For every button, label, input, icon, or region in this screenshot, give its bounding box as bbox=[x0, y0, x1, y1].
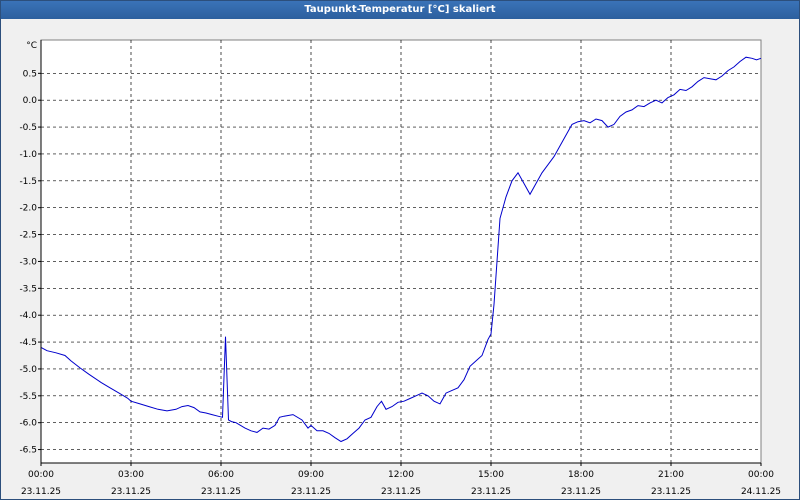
y-tick-label: 0.0 bbox=[23, 96, 38, 106]
x-tick-time-label: 15:00 bbox=[478, 470, 504, 480]
y-tick-label: -1.0 bbox=[19, 150, 37, 160]
y-tick-label: -3.5 bbox=[19, 284, 37, 294]
x-tick-time-label: 06:00 bbox=[208, 470, 234, 480]
y-tick-label: 0.5 bbox=[23, 69, 37, 79]
chart-window: Taupunkt-Temperatur [°C] skaliert 0.5 0.0… bbox=[0, 0, 800, 500]
x-tick-time-label: 18:00 bbox=[568, 470, 594, 480]
y-tick-label: -2.5 bbox=[19, 231, 37, 241]
x-tick-date-label: 23.11.25 bbox=[291, 487, 331, 497]
x-tick-date-label: 23.11.25 bbox=[201, 487, 241, 497]
y-tick-label: -5.5 bbox=[19, 392, 37, 402]
x-tick-time-label: 21:00 bbox=[658, 470, 684, 480]
y-tick-label: -3.0 bbox=[19, 257, 37, 267]
x-tick-time-label: 12:00 bbox=[388, 470, 414, 480]
y-tick-label: -1.5 bbox=[19, 177, 37, 187]
x-tick-date-label: 23.11.25 bbox=[471, 487, 511, 497]
y-axis-label: °C bbox=[26, 41, 37, 51]
x-tick-date-label: 23.11.25 bbox=[21, 487, 61, 497]
dew-point-chart: 0.5 0.0 -0.5 -1.0 -1.5 -2.0 -2.5 -3.0 -3.5 -4.0 -4… bbox=[19, 39, 781, 497]
x-tick-date-label: 23.11.25 bbox=[561, 487, 601, 497]
x-tick-date-label: 23.11.25 bbox=[381, 487, 421, 497]
x-tick-date-label: 23.11.25 bbox=[651, 487, 691, 497]
y-tick-label: -4.0 bbox=[19, 311, 37, 321]
y-tick-label: -2.0 bbox=[19, 204, 37, 214]
y-tick-label: -5.0 bbox=[19, 365, 37, 375]
y-tick-label: -6.5 bbox=[19, 446, 37, 456]
y-tick-label: -6.0 bbox=[19, 419, 37, 429]
x-tick-date-label: 24.11.25 bbox=[741, 487, 781, 497]
y-tick-label: -0.5 bbox=[19, 123, 37, 133]
x-tick-date-label: 23.11.25 bbox=[111, 487, 151, 497]
window-title: Taupunkt-Temperatur [°C] skaliert bbox=[1, 1, 799, 19]
x-tick-time-label: 00:00 bbox=[748, 470, 774, 480]
x-tick-time-label: 03:00 bbox=[118, 470, 144, 480]
x-tick-time-label: 00:00 bbox=[28, 470, 54, 480]
y-tick-label: -4.5 bbox=[19, 338, 37, 348]
x-tick-time-label: 09:00 bbox=[298, 470, 324, 480]
